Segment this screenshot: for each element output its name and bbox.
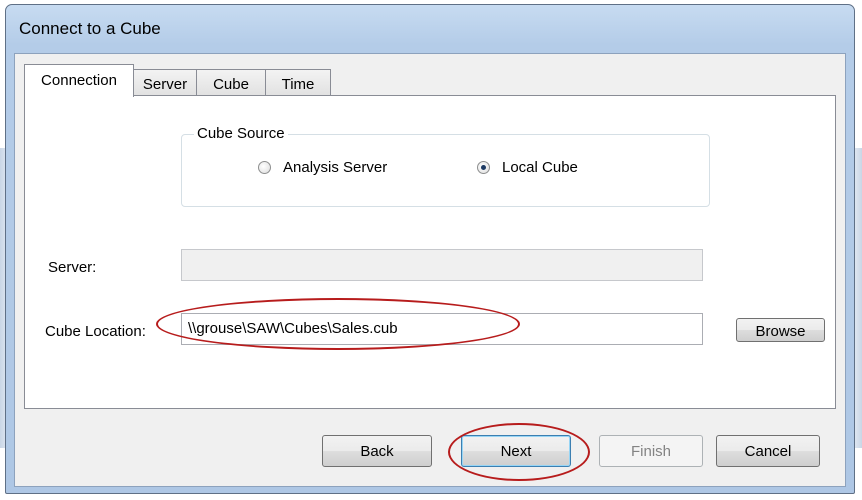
cube-source-legend: Cube Source <box>194 125 288 142</box>
finish-button[interactable]: Finish <box>599 435 703 467</box>
cancel-button[interactable]: Cancel <box>716 435 820 467</box>
window-title: Connect to a Cube <box>19 19 161 38</box>
tab-connection[interactable]: Connection <box>24 64 134 97</box>
cube-source-groupbox: Cube Source Analysis Server Local Cube <box>181 125 710 207</box>
next-button[interactable]: Next <box>461 435 571 467</box>
tab-strip: Connection Server Cube Time <box>24 64 344 97</box>
analysis-server-radio[interactable] <box>258 161 271 174</box>
local-cube-label: Local Cube <box>502 159 578 176</box>
analysis-server-option[interactable]: Analysis Server <box>258 159 387 176</box>
analysis-server-label: Analysis Server <box>283 159 388 176</box>
browse-button[interactable]: Browse <box>736 318 825 342</box>
local-cube-radio[interactable] <box>477 161 490 174</box>
cube-location-input[interactable]: \\grouse\SAW\Cubes\Sales.cub <box>181 313 703 345</box>
tab-time[interactable]: Time <box>265 69 331 96</box>
server-label: Server: <box>48 259 97 276</box>
server-input[interactable] <box>181 249 703 281</box>
connection-tab-panel: Cube Source Analysis Server Local Cube S… <box>24 95 836 409</box>
back-button[interactable]: Back <box>322 435 432 467</box>
cube-location-label: Cube Location: <box>45 323 146 340</box>
dialog-client-area: Connection Server Cube Time Cube Source … <box>14 53 846 487</box>
tab-cube[interactable]: Cube <box>196 69 266 96</box>
tab-server[interactable]: Server <box>133 69 197 96</box>
dialog-window: Connect to a Cube Connection Server Cube… <box>5 4 855 494</box>
local-cube-option[interactable]: Local Cube <box>477 159 578 176</box>
